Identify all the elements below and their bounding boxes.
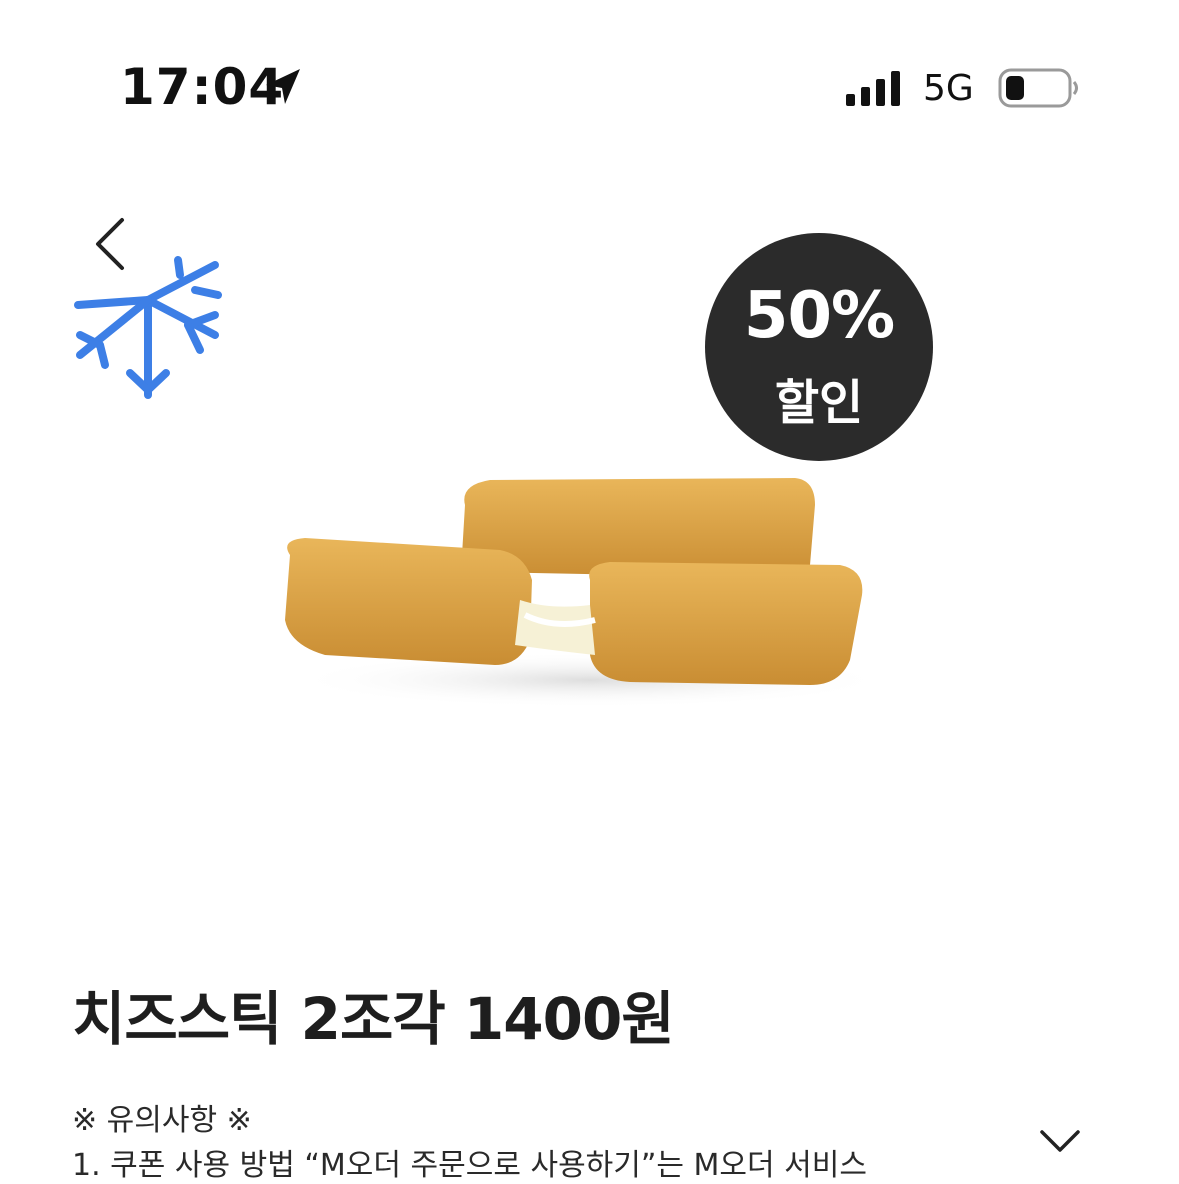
product-title: 치즈스틱 2조각 1400원: [72, 985, 675, 1053]
location-arrow-icon: [266, 69, 300, 104]
discount-percent: 50%: [743, 279, 895, 353]
battery-icon: [998, 68, 1078, 108]
discount-label: 할인: [774, 375, 864, 431]
status-time: 17:04: [120, 58, 285, 116]
chevron-down-icon[interactable]: [1036, 1122, 1084, 1162]
discount-badge: 50% 할인: [705, 233, 933, 461]
notice-text: 1. 쿠폰 사용 방법 “M오더 주문으로 사용하기”는 M오더 서비스: [72, 1148, 867, 1183]
status-bar: 17:04 5G: [0, 0, 1179, 180]
product-image: [285, 478, 890, 708]
signal-bars-icon: [846, 71, 900, 106]
snowflake-icon: [74, 256, 222, 399]
network-type: 5G: [923, 68, 974, 109]
notice-heading: ※ 유의사항 ※: [72, 1103, 252, 1138]
